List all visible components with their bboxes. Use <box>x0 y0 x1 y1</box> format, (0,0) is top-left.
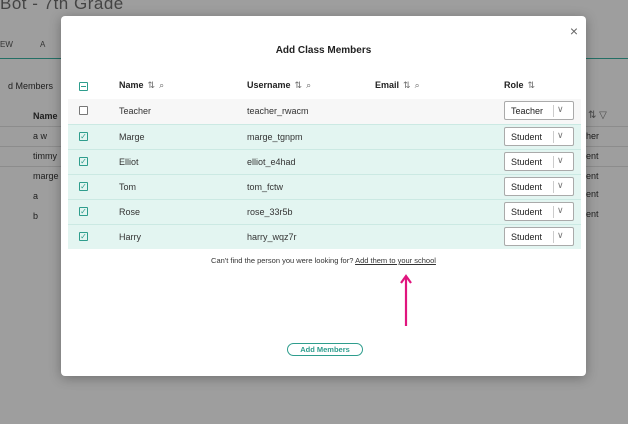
name-header-label: Name <box>119 80 144 90</box>
row-checkbox-checked[interactable]: ✓ <box>79 132 88 141</box>
role-select-value: Student <box>511 157 543 167</box>
member-name: Teacher <box>119 106 152 116</box>
role-select-value: Student <box>511 132 543 142</box>
member-username: teacher_rwacm <box>247 106 309 116</box>
select-divider <box>553 206 554 218</box>
sort-icon[interactable]: ⇅ <box>403 80 411 90</box>
member-name: Harry <box>119 232 141 242</box>
role-select-value: Student <box>511 232 543 242</box>
row-checkbox-checked[interactable]: ✓ <box>79 157 88 166</box>
select-all-checkbox[interactable] <box>79 82 88 91</box>
column-header-username: Username ⇅ ⌕ <box>247 80 311 91</box>
add-members-button[interactable]: Add Members <box>287 343 363 356</box>
table-header: Name ⇅ ⌕ Username ⇅ ⌕ Email ⇅ ⌕ Role ⇅ <box>68 76 581 98</box>
row-checkbox-checked[interactable]: ✓ <box>79 207 88 216</box>
table-row[interactable]: Teacher teacher_rwacm Teacher ∨ <box>68 99 581 124</box>
member-name: Tom <box>119 182 137 192</box>
sort-icon[interactable]: ⇅ <box>528 80 536 90</box>
chevron-down-icon: ∨ <box>557 230 564 240</box>
role-header-label: Role <box>504 80 524 90</box>
member-username: harry_wqz7r <box>247 232 297 242</box>
member-username: rose_33r5b <box>247 207 293 217</box>
modal-title: Add Class Members <box>275 45 372 56</box>
search-icon[interactable]: ⌕ <box>159 80 164 90</box>
close-icon[interactable]: × <box>570 23 578 39</box>
table-row[interactable]: ✓ Rose rose_33r5b Student ∨ <box>68 199 581 224</box>
table-row[interactable]: ✓ Elliot elliot_e4had Student ∨ <box>68 149 581 174</box>
member-name: Elliot <box>119 157 139 167</box>
username-header-label: Username <box>247 80 291 90</box>
select-divider <box>553 131 554 143</box>
table-row[interactable]: ✓ Tom tom_fctw Student ∨ <box>68 174 581 199</box>
select-divider <box>553 105 554 117</box>
role-select[interactable]: Student ∨ <box>504 177 574 196</box>
row-checkbox[interactable] <box>79 106 88 115</box>
role-select[interactable]: Student ∨ <box>504 202 574 221</box>
chevron-down-icon: ∨ <box>557 104 564 114</box>
column-header-role: Role ⇅ <box>504 80 535 91</box>
member-name: Rose <box>119 207 141 217</box>
table-row[interactable]: ✓ Marge marge_tgnpm Student ∨ <box>68 124 581 149</box>
role-select-value: Teacher <box>511 106 544 116</box>
arrow-up-icon <box>400 274 412 326</box>
select-divider <box>553 156 554 168</box>
row-checkbox-checked[interactable]: ✓ <box>79 182 88 191</box>
column-header-name: Name ⇅ ⌕ <box>119 80 164 91</box>
select-divider <box>553 181 554 193</box>
table-row[interactable]: ✓ Harry harry_wqz7r Student ∨ <box>68 224 581 249</box>
chevron-down-icon: ∨ <box>557 130 564 140</box>
email-header-label: Email <box>375 80 400 90</box>
chevron-down-icon: ∨ <box>557 180 564 190</box>
member-username: tom_fctw <box>247 182 284 192</box>
chevron-down-icon: ∨ <box>557 205 564 215</box>
role-select[interactable]: Student ∨ <box>504 152 574 171</box>
chevron-down-icon: ∨ <box>557 155 564 165</box>
column-header-email: Email ⇅ ⌕ <box>375 80 420 91</box>
add-class-members-modal: × Add Class Members Name ⇅ ⌕ Username ⇅ ⌕ Em… <box>61 16 586 376</box>
add-to-school-link[interactable]: Add them to your school <box>355 256 436 265</box>
member-username: elliot_e4had <box>247 157 296 167</box>
member-username: marge_tgnpm <box>247 132 303 142</box>
sort-icon[interactable]: ⇅ <box>295 80 303 90</box>
sort-icon[interactable]: ⇅ <box>148 80 156 90</box>
role-select[interactable]: Student ∨ <box>504 227 574 246</box>
role-select[interactable]: Teacher ∨ <box>504 101 574 120</box>
search-icon[interactable]: ⌕ <box>306 80 311 90</box>
search-icon[interactable]: ⌕ <box>415 80 420 90</box>
role-select-value: Student <box>511 182 543 192</box>
help-text: Can't find the person you were looking f… <box>61 256 586 265</box>
role-select[interactable]: Student ∨ <box>504 127 574 146</box>
role-select-value: Student <box>511 207 543 217</box>
select-divider <box>553 231 554 243</box>
row-checkbox-checked[interactable]: ✓ <box>79 232 88 241</box>
help-prompt: Can't find the person you were looking f… <box>211 256 354 265</box>
member-name: Marge <box>119 132 145 142</box>
